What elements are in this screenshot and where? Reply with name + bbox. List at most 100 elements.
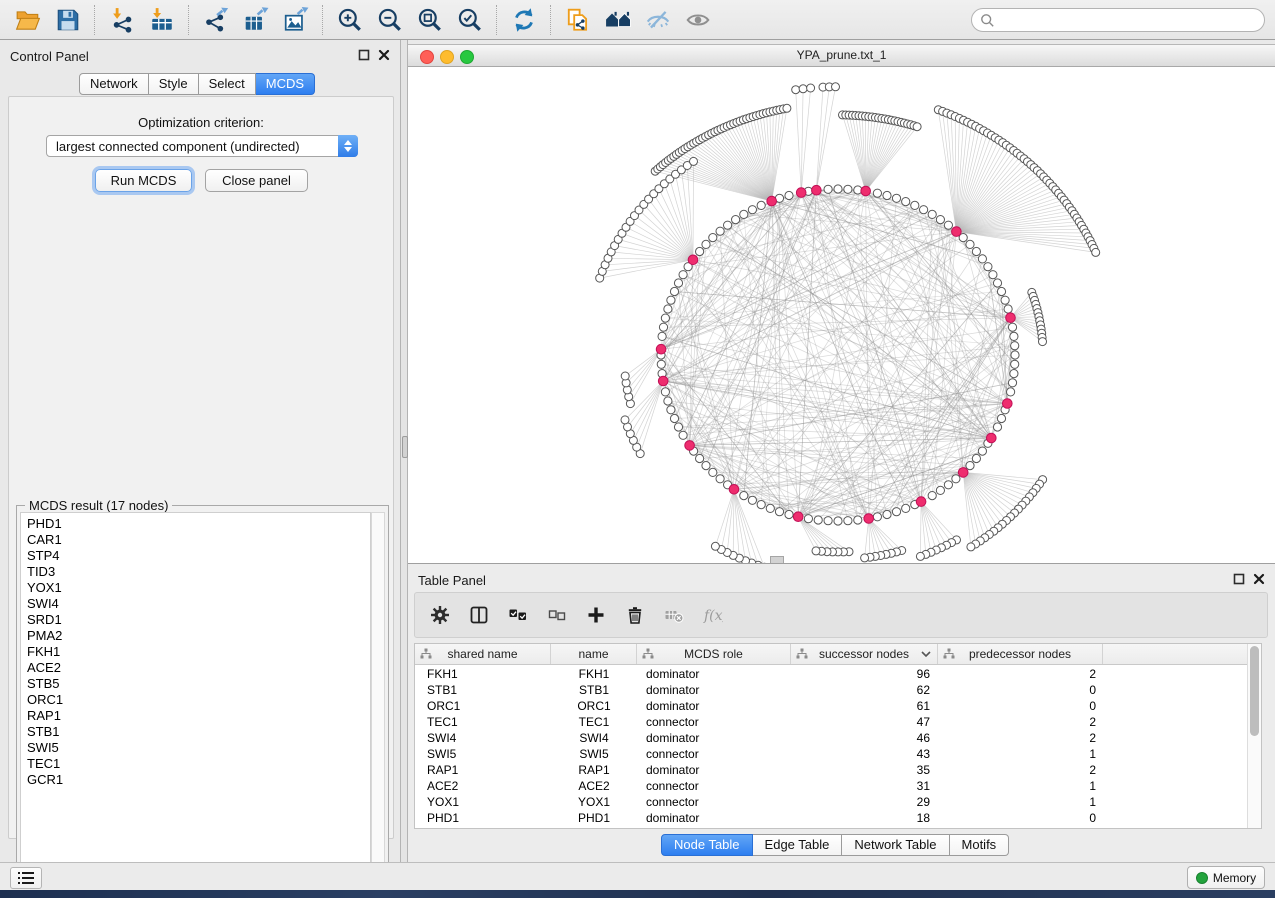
hide-selected-button[interactable] [641,5,675,35]
task-history-button[interactable] [10,867,42,889]
table-cell: STB1 [415,682,551,698]
run-mcds-button[interactable]: Run MCDS [95,169,192,192]
show-columns-button[interactable] [466,602,492,628]
close-panel-button[interactable]: Close panel [205,169,308,192]
table-row[interactable]: ORC1ORC1dominator610 [415,698,1247,714]
import-network-button[interactable] [105,5,139,35]
settings-button[interactable] [427,602,453,628]
save-icon [55,7,81,33]
mcds-result-item[interactable]: FKH1 [27,644,370,660]
mcds-hub-node [812,185,822,195]
add-column-button[interactable] [583,602,609,628]
toolbar-separator [188,5,190,35]
mcds-result-item[interactable]: SWI4 [27,596,370,612]
mcds-result-item[interactable]: STB5 [27,676,370,692]
mcds-list-scrollbar[interactable] [371,512,385,871]
vertical-splitter[interactable] [400,40,408,862]
table-row[interactable]: STB1STB1dominator620 [415,682,1247,698]
tab-mcds[interactable]: MCDS [256,73,315,95]
table-scrollbar[interactable] [1247,644,1261,828]
tab-motifs[interactable]: Motifs [950,834,1010,856]
zoom-fit-button[interactable] [413,5,447,35]
deselect-all-button[interactable] [544,602,570,628]
zoom-out-button[interactable] [373,5,407,35]
table-row[interactable]: YOX1YOX1connector291 [415,794,1247,810]
refresh-button[interactable] [507,5,541,35]
import-table-button[interactable] [145,5,179,35]
search-input[interactable] [999,12,1264,28]
zoom-selected-button[interactable] [453,5,487,35]
mcds-result-item[interactable]: TID3 [27,564,370,580]
mcds-result-item[interactable]: SRD1 [27,612,370,628]
table-cell: ACE2 [415,778,551,794]
column-header-successor-nodes[interactable]: successor nodes [791,644,938,664]
show-all-button[interactable] [681,5,715,35]
search-box[interactable] [971,8,1265,32]
tab-network[interactable]: Network [79,73,149,95]
export-table-button[interactable] [239,5,273,35]
network-window-titlebar[interactable]: YPA_prune.txt_1 [408,45,1275,67]
export-network-button[interactable] [199,5,233,35]
mcds-result-item[interactable]: RAP1 [27,708,370,724]
column-header-shared-name[interactable]: shared name [415,644,551,664]
mcds-result-item[interactable]: SWI5 [27,740,370,756]
table-row[interactable]: PHD1PHD1dominator180 [415,810,1247,826]
table-row[interactable]: SWI5SWI5connector431 [415,746,1247,762]
float-panel-icon[interactable] [358,49,370,61]
column-header-name[interactable]: name [551,644,637,664]
memory-button[interactable]: Memory [1187,866,1265,889]
table-cell: TEC1 [415,714,551,730]
table-cell: FKH1 [551,666,637,682]
function-builder-button[interactable]: f(x) [700,602,726,628]
list-icon [17,871,35,885]
toolbar-separator [496,5,498,35]
criterion-dropdown[interactable]: largest connected component (undirected) [46,135,358,157]
save-button[interactable] [51,5,85,35]
close-panel-icon[interactable] [378,49,390,61]
tab-style[interactable]: Style [149,73,199,95]
mcds-result-item[interactable]: GCR1 [27,772,370,788]
float-table-panel-icon[interactable] [1233,573,1245,585]
column-header-MCDS-role[interactable]: MCDS role [637,644,791,664]
table-cell: connector [637,714,791,730]
table-row[interactable]: FKH1FKH1dominator962 [415,666,1247,682]
mcds-result-item[interactable]: STB1 [27,724,370,740]
column-header-predecessor-nodes[interactable]: predecessor nodes [938,644,1103,664]
table-cell: 35 [791,762,938,778]
tab-node-table[interactable]: Node Table [661,834,753,856]
mcds-result-item[interactable]: ACE2 [27,660,370,676]
mcds-result-item[interactable]: ORC1 [27,692,370,708]
mcds-result-item[interactable]: CAR1 [27,532,370,548]
table-row[interactable]: ACE2ACE2connector311 [415,778,1247,794]
first-neighbors-button[interactable] [601,5,635,35]
table-row[interactable]: RAP1RAP1dominator352 [415,762,1247,778]
network-graph[interactable] [408,67,1275,563]
export-network-icon [203,7,229,33]
select-all-button[interactable] [505,602,531,628]
close-table-panel-icon[interactable] [1253,573,1265,585]
copy-network-button[interactable] [561,5,595,35]
column-label: predecessor nodes [969,647,1071,661]
mcds-result-item[interactable]: YOX1 [27,580,370,596]
tab-network-table[interactable]: Network Table [842,834,949,856]
delete-column-button[interactable] [622,602,648,628]
zoom-in-button[interactable] [333,5,367,35]
delete-table-button[interactable] [661,602,687,628]
memory-label: Memory [1213,871,1256,885]
mcds-result-item[interactable]: TEC1 [27,756,370,772]
table-cell: 62 [791,682,938,698]
criterion-dropdown-value: largest connected component (undirected) [47,139,338,154]
column-label: successor nodes [819,647,909,661]
toolbar-separator [550,5,552,35]
mcds-hub-node [685,441,695,451]
mcds-result-item[interactable]: STP4 [27,548,370,564]
mcds-result-item[interactable]: PMA2 [27,628,370,644]
tab-select[interactable]: Select [199,73,256,95]
table-row[interactable]: SWI4SWI4dominator462 [415,730,1247,746]
table-row[interactable]: TEC1TEC1connector472 [415,714,1247,730]
table-scrollbar-thumb[interactable] [1250,646,1259,736]
tab-edge-table[interactable]: Edge Table [753,834,843,856]
mcds-result-item[interactable]: PHD1 [27,516,370,532]
export-image-button[interactable] [279,5,313,35]
open-folder-button[interactable] [11,5,45,35]
